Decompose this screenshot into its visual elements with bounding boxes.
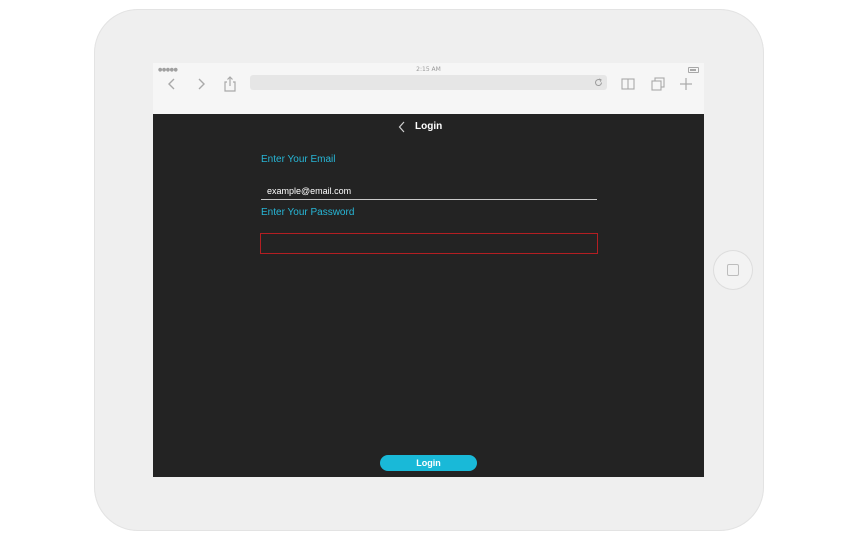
home-button[interactable]: [714, 251, 752, 289]
safari-toolbar: ●●●●● 2:15 AM: [153, 63, 704, 114]
share-icon[interactable]: [223, 76, 237, 92]
url-bar[interactable]: [250, 75, 607, 90]
password-label: Enter Your Password: [261, 207, 355, 218]
chevron-left-icon[interactable]: [166, 76, 178, 92]
battery-icon: [688, 67, 699, 73]
book-icon[interactable]: [620, 76, 636, 92]
status-time: 2:15 AM: [416, 66, 441, 73]
chevron-right-icon[interactable]: [195, 76, 207, 92]
reload-icon[interactable]: [594, 78, 603, 87]
login-screen: Login Enter Your Email Enter Your Passwo…: [153, 114, 704, 477]
plus-icon[interactable]: [679, 76, 693, 92]
email-label: Enter Your Email: [261, 154, 336, 165]
email-field[interactable]: [261, 183, 597, 200]
home-square-icon: [727, 264, 739, 276]
password-field[interactable]: [260, 233, 598, 254]
login-button[interactable]: Login: [380, 455, 477, 471]
device-screen: ●●●●● 2:15 AM Login Enter Your Email exa…: [153, 63, 704, 477]
page-title: Login: [415, 121, 443, 132]
tabs-icon[interactable]: [650, 76, 666, 92]
back-chevron-icon[interactable]: [398, 121, 406, 133]
